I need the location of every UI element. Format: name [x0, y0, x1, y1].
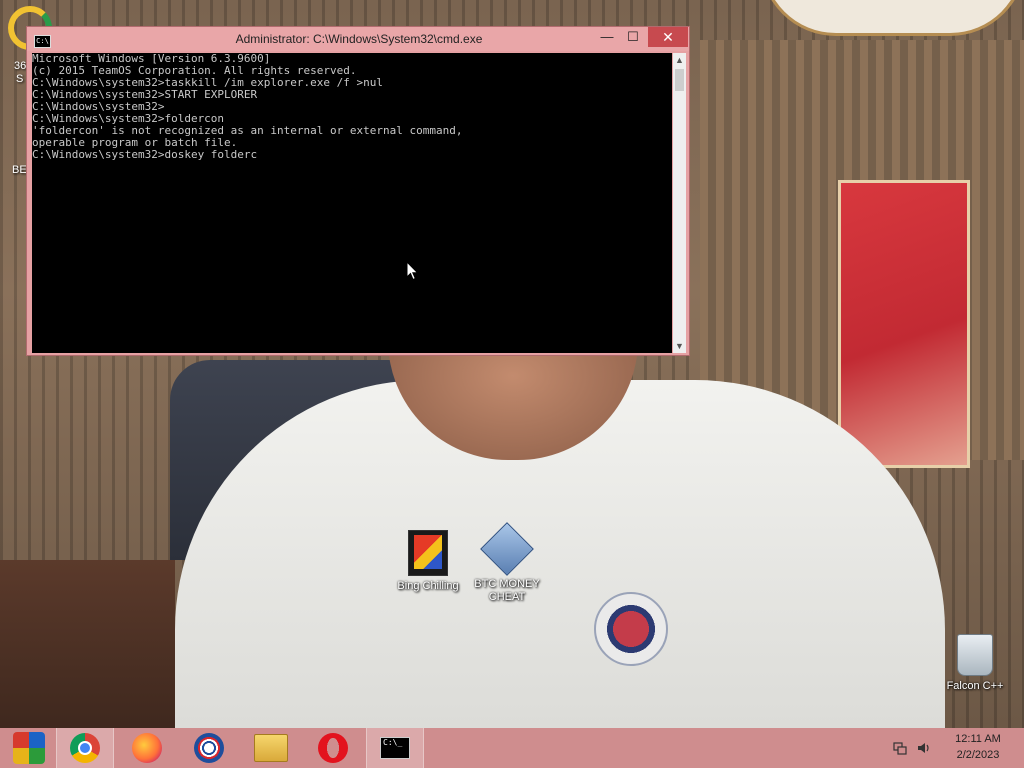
maximize-button[interactable]: ☐ [621, 27, 645, 47]
mouse-cursor-icon [406, 261, 419, 281]
desktop-icon-label-partial: 36 [14, 60, 27, 72]
cmd-window[interactable]: C:\ Administrator: C:\Windows\System32\c… [26, 26, 690, 356]
desktop-icon-btc-money-cheat[interactable]: BTC MONEY CHEAT [462, 522, 552, 604]
scroll-up-arrow-icon[interactable]: ▲ [673, 53, 686, 67]
folder-icon [254, 734, 288, 762]
taskbar-app-edge[interactable] [180, 728, 238, 768]
taskbar-app-firefox[interactable] [118, 728, 176, 768]
window-title: Administrator: C:\Windows\System32\cmd.e… [235, 32, 483, 46]
clock-date: 2/2/2023 [956, 749, 1000, 761]
recycle-bin-icon [957, 634, 993, 676]
desktop-icon-label-partial: BE [12, 164, 27, 176]
console-input-line[interactable]: C:\Windows\system32>doskey folderc [32, 149, 672, 161]
scrollbar-thumb[interactable] [675, 69, 684, 91]
desktop-icon-bing-chilling[interactable]: Bing Chilling [383, 530, 473, 593]
taskbar-app-opera[interactable] [304, 728, 362, 768]
desktop-icon-falcon-cpp[interactable]: Falcon C++ [930, 634, 1020, 693]
volume-icon[interactable] [916, 740, 932, 756]
taskbar-app-file-explorer[interactable] [242, 728, 300, 768]
desktop-icon-label-partial: S [16, 73, 24, 85]
minimize-button[interactable]: — [595, 27, 619, 47]
taskbar-app-chrome[interactable] [56, 728, 114, 768]
taskbar-app-cmd[interactable]: C:\_ [366, 728, 424, 768]
console-output[interactable]: Microsoft Windows [Version 6.3.9600] (c)… [32, 53, 672, 353]
wallpaper-badge [594, 592, 668, 666]
firefox-icon [132, 733, 162, 763]
desktop-icon-label: BTC MONEY CHEAT [474, 578, 540, 603]
desktop-icon-label: Bing Chilling [397, 580, 459, 592]
wallpaper-red-banner [838, 180, 970, 468]
browser-logo-icon [194, 733, 224, 763]
start-button[interactable] [0, 728, 58, 768]
cmd-icon: C:\_ [380, 737, 410, 759]
diamond-app-icon [480, 522, 534, 576]
taskbar: C:\_ [0, 728, 1024, 768]
bing-chilling-icon [408, 530, 448, 576]
clock-time: 12:11 AM [955, 733, 1001, 745]
taskbar-clock[interactable]: 12:11 AM 2/2/2023 [940, 731, 1016, 763]
opera-icon [318, 733, 348, 763]
scroll-down-arrow-icon[interactable]: ▼ [673, 339, 686, 353]
vertical-scrollbar[interactable]: ▲ ▼ [673, 53, 686, 353]
wallpaper-desk [0, 560, 175, 728]
network-icon[interactable] [892, 740, 908, 756]
close-button[interactable]: ✕ [648, 27, 688, 47]
desktop-icon-label: Falcon C++ [946, 680, 1004, 692]
window-titlebar[interactable]: C:\ Administrator: C:\Windows\System32\c… [27, 27, 689, 51]
chrome-icon [70, 733, 100, 763]
windows-start-icon [13, 732, 45, 764]
